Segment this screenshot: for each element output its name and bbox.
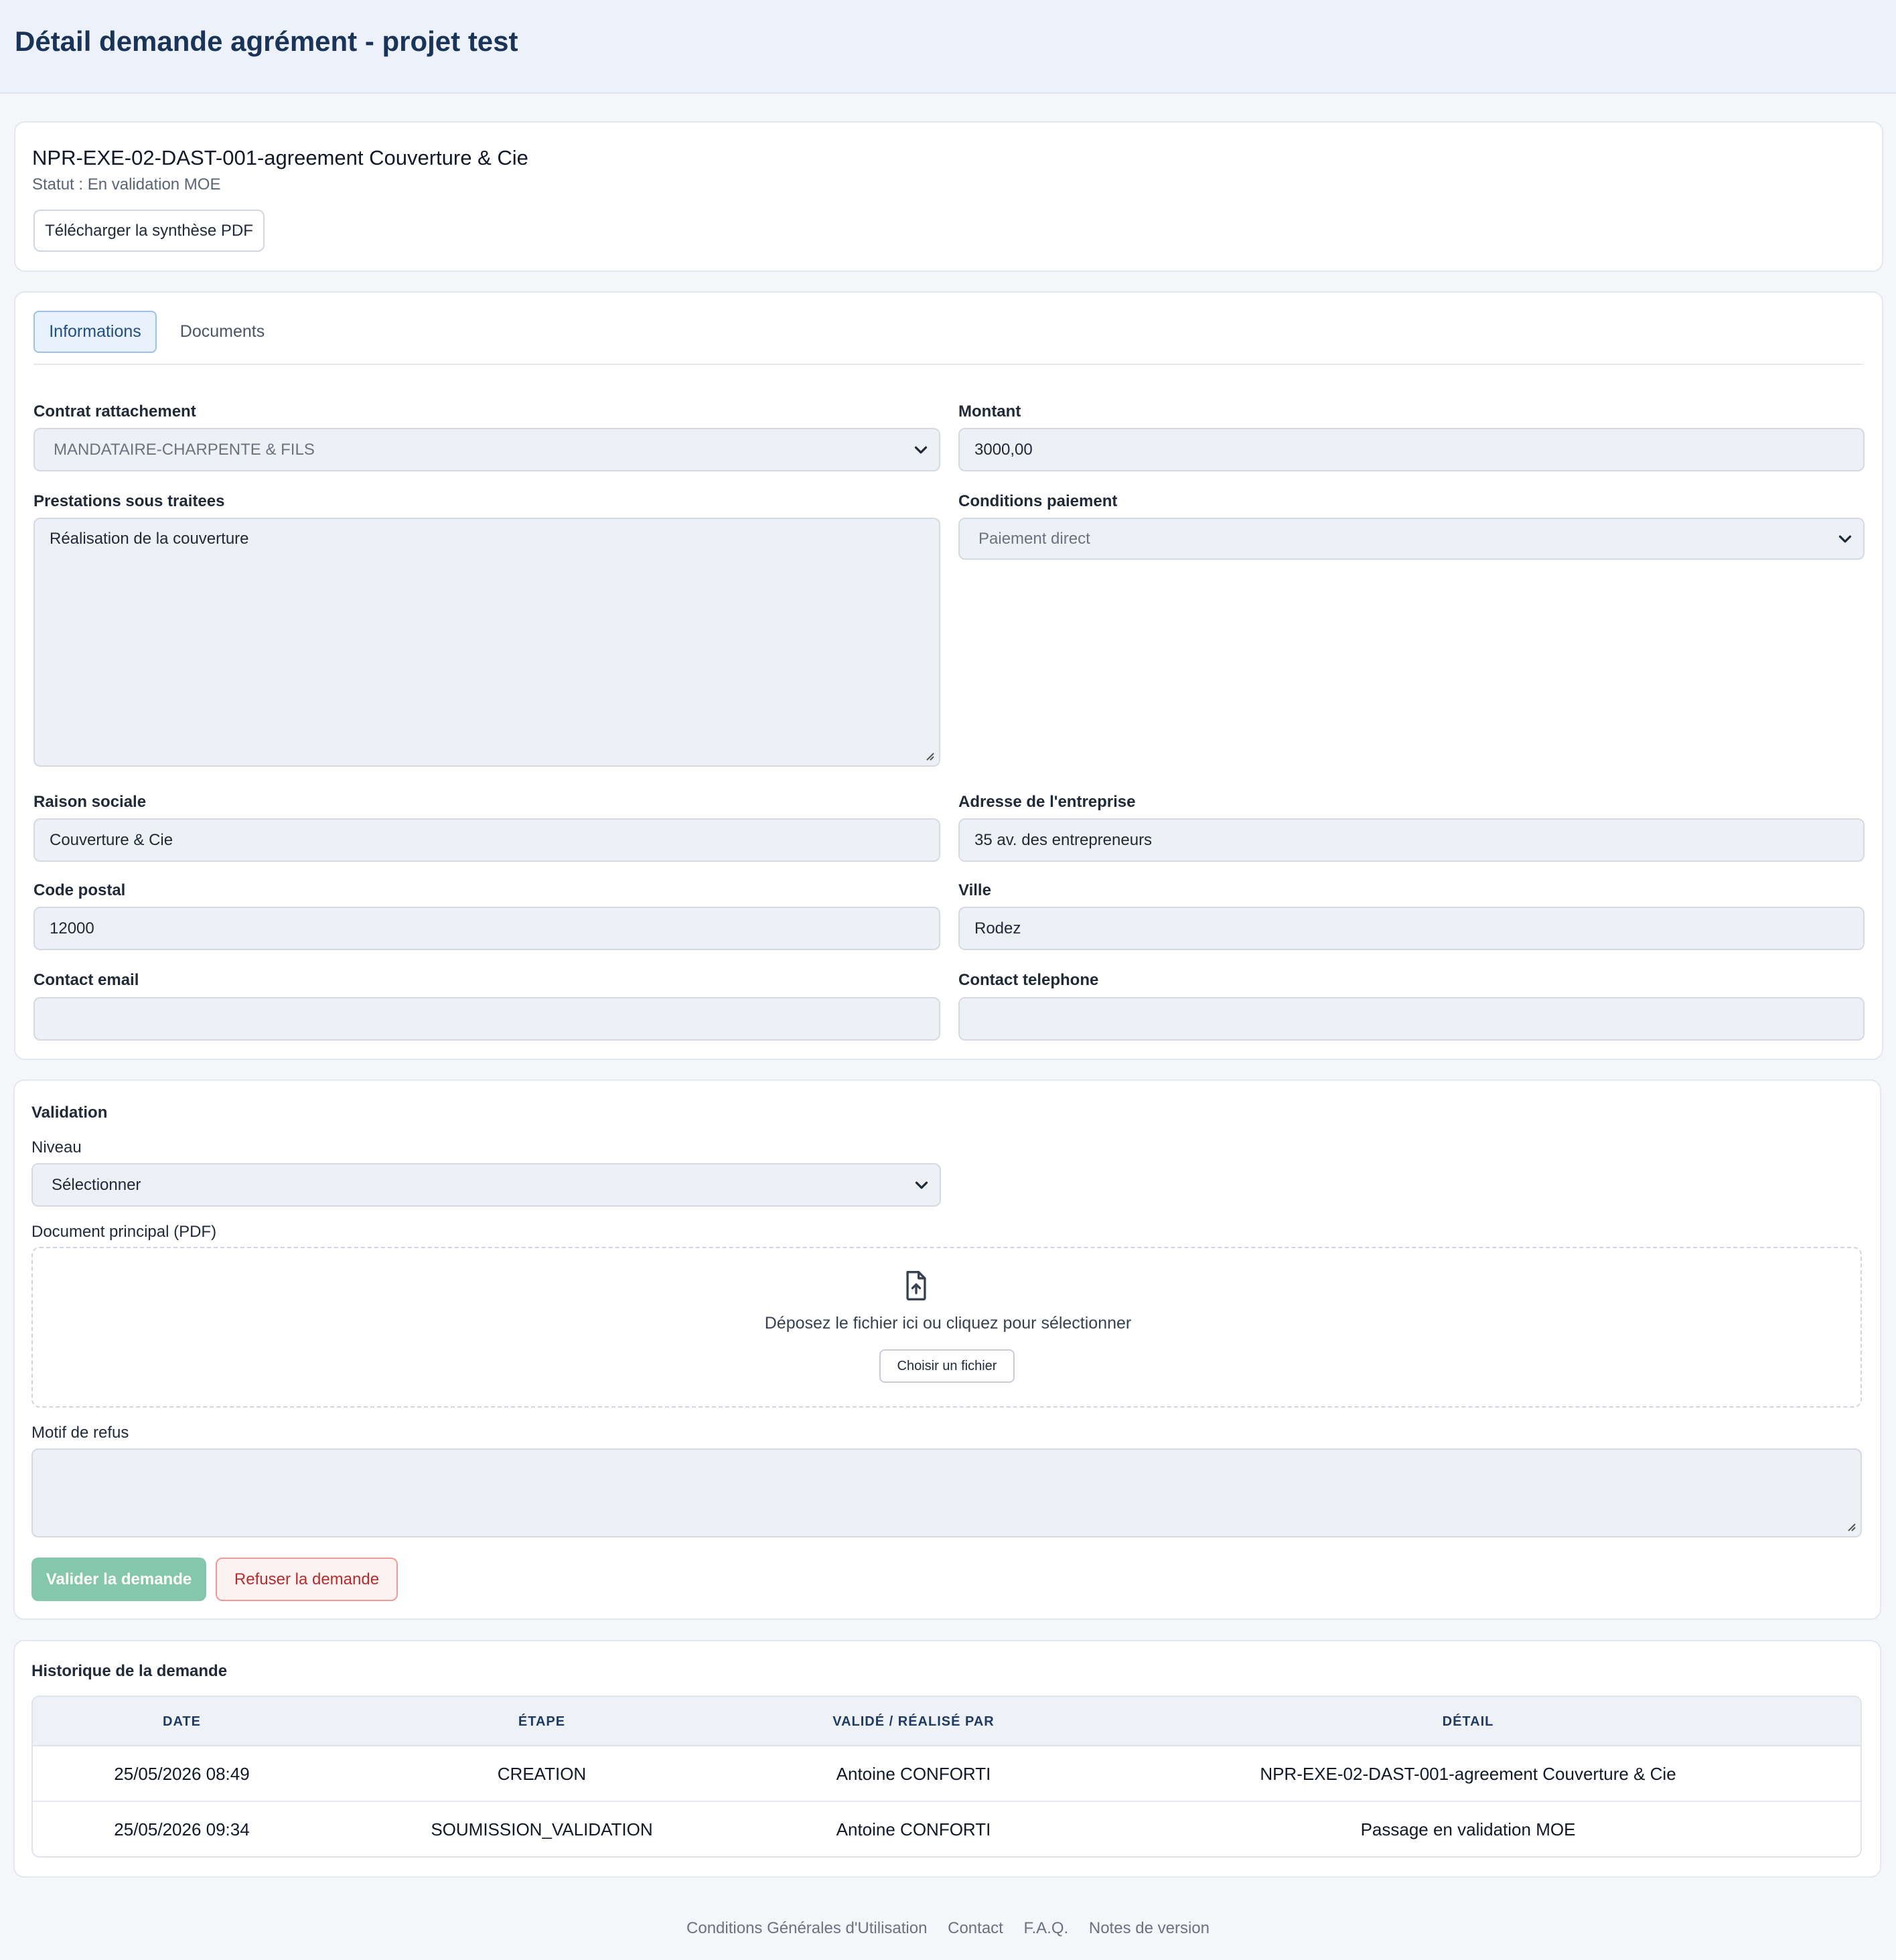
montant-label: Montant — [958, 402, 1021, 421]
footer-link-cgu[interactable]: Conditions Générales d'Utilisation — [686, 1919, 927, 1937]
raison-label: Raison sociale — [33, 793, 147, 811]
resize-handle-icon[interactable] — [923, 749, 935, 761]
adresse-input[interactable]: 35 av. des entrepreneurs — [958, 818, 1865, 862]
request-title: NPR-EXE-02-DAST-001-agreement Couverture… — [32, 146, 528, 169]
page-title: Détail demande agrément - projet test — [15, 25, 518, 57]
tab-documents[interactable]: Documents — [169, 311, 276, 353]
page-header: Détail demande agrément - projet test — [0, 0, 1896, 94]
refuse-button[interactable]: Refuser la demande — [216, 1558, 398, 1601]
niveau-select[interactable]: Sélectionner — [31, 1163, 941, 1207]
column-header-date: DATE — [163, 1714, 201, 1729]
download-pdf-button[interactable]: Télécharger la synthèse PDF — [33, 210, 265, 252]
footer-link-contact[interactable]: Contact — [948, 1919, 1003, 1937]
history-title: Historique de la demande — [31, 1662, 228, 1680]
email-label: Contact email — [33, 971, 139, 989]
code-postal-label: Code postal — [33, 881, 126, 899]
summary-card — [14, 121, 1883, 272]
cell-etape: SOUMISSION_VALIDATION — [431, 1819, 653, 1839]
code-postal-input[interactable]: 12000 — [33, 907, 940, 950]
code-postal-value: 12000 — [50, 919, 94, 937]
column-header-detail: DÉTAIL — [1442, 1714, 1494, 1729]
cell-date: 25/05/2026 09:34 — [114, 1819, 250, 1839]
raison-input[interactable]: Couverture & Cie — [33, 818, 940, 862]
montant-input[interactable]: 3000,00 — [958, 428, 1865, 471]
chevron-down-icon — [915, 1181, 928, 1189]
status-text: Statut : En validation MOE — [32, 175, 221, 194]
email-input[interactable] — [33, 997, 940, 1041]
chevron-down-icon — [914, 446, 928, 453]
prestations-textarea[interactable]: Réalisation de la couverture — [33, 518, 940, 767]
niveau-value: Sélectionner — [52, 1175, 141, 1194]
prestations-label: Prestations sous traitees — [33, 492, 225, 510]
document-label: Document principal (PDF) — [31, 1223, 217, 1241]
conditions-select[interactable]: Paiement direct — [958, 518, 1865, 560]
footer-link-release-notes[interactable]: Notes de version — [1089, 1919, 1210, 1937]
motif-label: Motif de refus — [31, 1424, 129, 1442]
dropzone-text: Déposez le fichier ici ou cliquez pour s… — [764, 1314, 1132, 1333]
contrat-label: Contrat rattachement — [33, 402, 196, 421]
table-header: DATE ÉTAPE VALIDÉ / RÉALISÉ PAR DÉTAIL — [33, 1697, 1861, 1746]
contrat-select[interactable]: MANDATAIRE-CHARPENTE & FILS — [33, 428, 940, 471]
validate-button[interactable]: Valider la demande — [31, 1558, 206, 1601]
ville-value: Rodez — [974, 919, 1021, 937]
raison-value: Couverture & Cie — [50, 830, 173, 849]
file-upload-icon — [906, 1271, 926, 1300]
footer-link-faq[interactable]: F.A.Q. — [1024, 1919, 1069, 1937]
validation-title: Validation — [31, 1104, 108, 1122]
table-row: 25/05/2026 08:49 CREATION Antoine CONFOR… — [33, 1746, 1861, 1802]
telephone-input[interactable] — [958, 997, 1865, 1041]
footer: Conditions Générales d'Utilisation Conta… — [0, 1919, 1896, 1938]
chevron-down-icon — [1838, 535, 1852, 542]
adresse-value: 35 av. des entrepreneurs — [974, 830, 1153, 849]
tab-informations[interactable]: Informations — [33, 311, 157, 353]
cell-etape: CREATION — [497, 1764, 587, 1784]
telephone-label: Contact telephone — [958, 971, 1099, 989]
prestations-value: Réalisation de la couverture — [50, 530, 249, 548]
column-header-valide-par: VALIDÉ / RÉALISÉ PAR — [832, 1714, 995, 1729]
montant-value: 3000,00 — [974, 440, 1033, 459]
niveau-label: Niveau — [31, 1138, 82, 1156]
column-header-etape: ÉTAPE — [518, 1714, 566, 1729]
conditions-label: Conditions paiement — [958, 492, 1118, 510]
cell-date: 25/05/2026 08:49 — [114, 1764, 250, 1784]
conditions-value: Paiement direct — [978, 529, 1090, 548]
resize-handle-icon[interactable] — [1844, 1520, 1856, 1532]
adresse-label: Adresse de l'entreprise — [958, 793, 1136, 811]
motif-textarea[interactable] — [31, 1448, 1862, 1537]
tab-divider — [33, 364, 1864, 365]
contrat-value: MANDATAIRE-CHARPENTE & FILS — [54, 440, 315, 459]
ville-input[interactable]: Rodez — [958, 907, 1865, 950]
history-table: DATE ÉTAPE VALIDÉ / RÉALISÉ PAR DÉTAIL 2… — [31, 1695, 1862, 1858]
cell-detail: Passage en validation MOE — [1360, 1819, 1576, 1839]
cell-detail: NPR-EXE-02-DAST-001-agreement Couverture… — [1260, 1764, 1676, 1784]
table-row: 25/05/2026 09:34 SOUMISSION_VALIDATION A… — [33, 1802, 1861, 1856]
ville-label: Ville — [958, 881, 991, 899]
choose-file-button[interactable]: Choisir un fichier — [879, 1349, 1015, 1383]
cell-valide-par: Antoine CONFORTI — [836, 1819, 991, 1839]
cell-valide-par: Antoine CONFORTI — [836, 1764, 991, 1784]
